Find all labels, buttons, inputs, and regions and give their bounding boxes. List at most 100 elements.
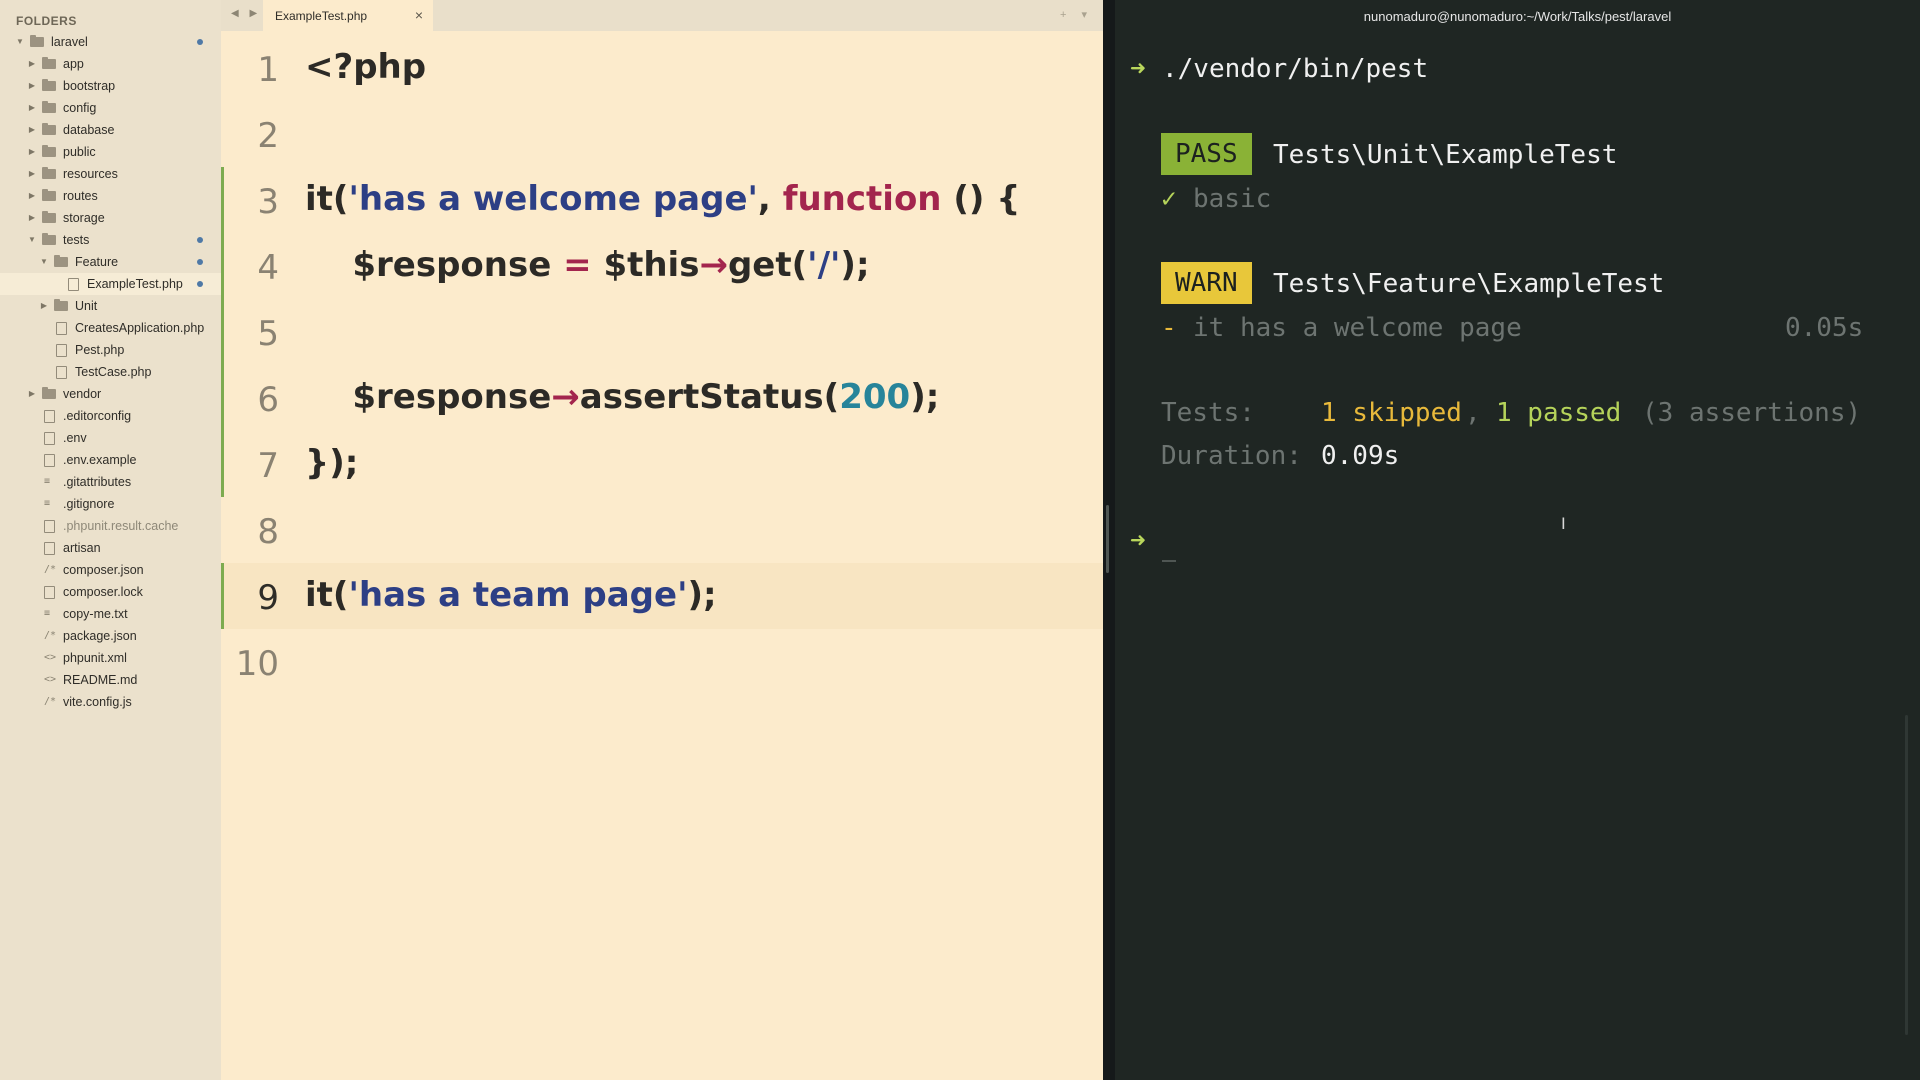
markup-file-icon: <> — [44, 674, 57, 685]
tree-item-composer-json[interactable]: /* composer.json — [0, 559, 221, 581]
folder-icon — [42, 145, 56, 157]
file-icon — [56, 322, 67, 335]
terminal-scrollbar[interactable] — [1905, 715, 1908, 1035]
tree-item-feature[interactable]: ▼ Feature — [0, 251, 221, 273]
chevron-down-icon[interactable]: ▼ — [38, 251, 50, 273]
tree-item-resources[interactable]: ▶ resources — [0, 163, 221, 185]
chevron-right-icon[interactable]: ▶ — [26, 97, 38, 119]
folder-icon — [42, 123, 56, 135]
tree-item-phpunit-result-cache[interactable]: .phpunit.result.cache — [0, 515, 221, 537]
chevron-right-icon[interactable]: ▶ — [26, 207, 38, 229]
file-icon — [44, 432, 55, 445]
tree-item-tests[interactable]: ▼ tests — [0, 229, 221, 251]
tree-item-label: .gitignore — [63, 497, 115, 511]
resize-handle[interactable] — [1106, 505, 1109, 573]
chevron-right-icon[interactable]: ▶ — [26, 163, 38, 185]
tree-item-label: Unit — [75, 299, 98, 313]
tree-item-database[interactable]: ▶ database — [0, 119, 221, 141]
code-token: 'has a welcome page' — [348, 179, 758, 219]
tree-item-label: ExampleTest.php — [87, 277, 183, 291]
tree-item-copy-me-txt[interactable]: ≡ copy-me.txt — [0, 603, 221, 625]
chevron-right-icon[interactable]: ▶ — [26, 119, 38, 141]
code-text: it('has a team page'); — [305, 575, 717, 615]
tab-tools-icon[interactable]: + ▾ — [1060, 8, 1093, 21]
line-number: 5 — [257, 314, 279, 354]
tree-item-label: copy-me.txt — [63, 607, 128, 621]
tree-item-vite-config-js[interactable]: /* vite.config.js — [0, 691, 221, 713]
file-icon — [44, 586, 55, 599]
duration-label: Duration: — [1161, 441, 1302, 471]
tree-item-app[interactable]: ▶ app — [0, 53, 221, 75]
tree-item-vendor[interactable]: ▶ vendor — [0, 383, 221, 405]
code-area[interactable]: 1 <?php 2 3 it('has a welcome page', functio… — [221, 35, 1103, 695]
code-line[interactable]: 5 — [221, 299, 1103, 365]
text-file-icon: ≡ — [44, 608, 51, 619]
chevron-right-icon[interactable]: ▶ — [26, 383, 38, 405]
chevron-right-icon[interactable]: ▶ — [26, 75, 38, 97]
tree-item-routes[interactable]: ▶ routes — [0, 185, 221, 207]
tree-item-env[interactable]: .env — [0, 427, 221, 449]
tree-item-createsapplication-php[interactable]: CreatesApplication.php — [0, 317, 221, 339]
chevron-down-icon[interactable]: ▼ — [26, 229, 38, 251]
tree-item-gitattributes[interactable]: ≡ .gitattributes — [0, 471, 221, 493]
chevron-right-icon[interactable]: ▶ — [38, 295, 50, 317]
code-line[interactable]: 2 — [221, 101, 1103, 167]
folder-icon — [54, 299, 68, 311]
pass-badge: PASS — [1161, 133, 1252, 175]
assertions-count: (3 assertions) — [1642, 398, 1862, 428]
chevron-right-icon[interactable]: ▶ — [26, 185, 38, 207]
terminal-pane[interactable]: nunomaduro@nunomaduro:~/Work/Talks/pest/… — [1115, 0, 1920, 1080]
tree-item-gitignore[interactable]: ≡ .gitignore — [0, 493, 221, 515]
code-line[interactable]: 4 $response = $this→get('/'); — [221, 233, 1103, 299]
tree-item-unit[interactable]: ▶ Unit — [0, 295, 221, 317]
code-line[interactable]: 1 <?php — [221, 35, 1103, 101]
tree-item-readme-md[interactable]: <> README.md — [0, 669, 221, 691]
tree-item-artisan[interactable]: artisan — [0, 537, 221, 559]
pane-divider[interactable] — [1103, 0, 1115, 1080]
tree-item-testcase-php[interactable]: TestCase.php — [0, 361, 221, 383]
chevron-right-icon[interactable]: ▶ — [26, 53, 38, 75]
code-line[interactable]: 7}); — [221, 431, 1103, 497]
tree-item-label: .env — [63, 431, 87, 445]
tree-item-label: CreatesApplication.php — [75, 321, 205, 335]
code-token: () { — [941, 179, 1021, 219]
code-line[interactable]: 6 $response→assertStatus(200); — [221, 365, 1103, 431]
file-icon — [68, 278, 79, 291]
tree-item-env-example[interactable]: .env.example — [0, 449, 221, 471]
tree-item-pest-php[interactable]: Pest.php — [0, 339, 221, 361]
tree-item-label: composer.lock — [63, 585, 143, 599]
chevron-right-icon[interactable]: ▶ — [26, 141, 38, 163]
close-icon[interactable]: × — [415, 7, 423, 23]
line-number: 8 — [257, 512, 279, 552]
modified-dot-icon — [197, 237, 203, 243]
tree-item-editorconfig[interactable]: .editorconfig — [0, 405, 221, 427]
code-token: it( — [305, 575, 349, 615]
tree-item-label: public — [63, 145, 96, 159]
code-line[interactable]: 8 — [221, 497, 1103, 563]
tab-nav-arrows-icon[interactable]: ◀ ▶ — [231, 8, 261, 19]
tree-item-bootstrap[interactable]: ▶ bootstrap — [0, 75, 221, 97]
tree-item-package-json[interactable]: /* package.json — [0, 625, 221, 647]
tree-item-storage[interactable]: ▶ storage — [0, 207, 221, 229]
code-line[interactable]: 3 it('has a welcome page', function () { — [221, 167, 1103, 233]
tab-example-test[interactable]: ExampleTest.php × — [263, 0, 433, 31]
tree-item-exampletest-php[interactable]: ExampleTest.php — [0, 273, 221, 295]
chevron-down-icon[interactable]: ▼ — [14, 31, 26, 53]
tree-item-label: Feature — [75, 255, 119, 269]
file-tree: ▼ laravel ▶ app ▶ bootstrap ▶ config ▶ database ▶ p… — [0, 31, 221, 713]
tree-item-phpunit-xml[interactable]: <> phpunit.xml — [0, 647, 221, 669]
script-file-icon: /* — [44, 564, 57, 575]
code-line[interactable]: 9 it('has a team page'); — [221, 563, 1103, 629]
tree-item-public[interactable]: ▶ public — [0, 141, 221, 163]
tree-item-label: README.md — [63, 673, 138, 687]
sidebar: FOLDERS ▼ laravel ▶ app ▶ bootstrap ▶ config ▶ da… — [0, 0, 221, 1080]
tree-item-composer-lock[interactable]: composer.lock — [0, 581, 221, 603]
tab-label: ExampleTest.php — [275, 9, 368, 23]
code-line[interactable]: 10 — [221, 629, 1103, 695]
tree-item-label: config — [63, 101, 97, 115]
editor-pane: ◀ ▶ ExampleTest.php × + ▾ 1 <?php 2 3 it('ha… — [221, 0, 1103, 1080]
tree-item-laravel[interactable]: ▼ laravel — [0, 31, 221, 53]
code-token: ); — [910, 377, 940, 417]
code-token: get( — [727, 245, 808, 285]
tree-item-config[interactable]: ▶ config — [0, 97, 221, 119]
